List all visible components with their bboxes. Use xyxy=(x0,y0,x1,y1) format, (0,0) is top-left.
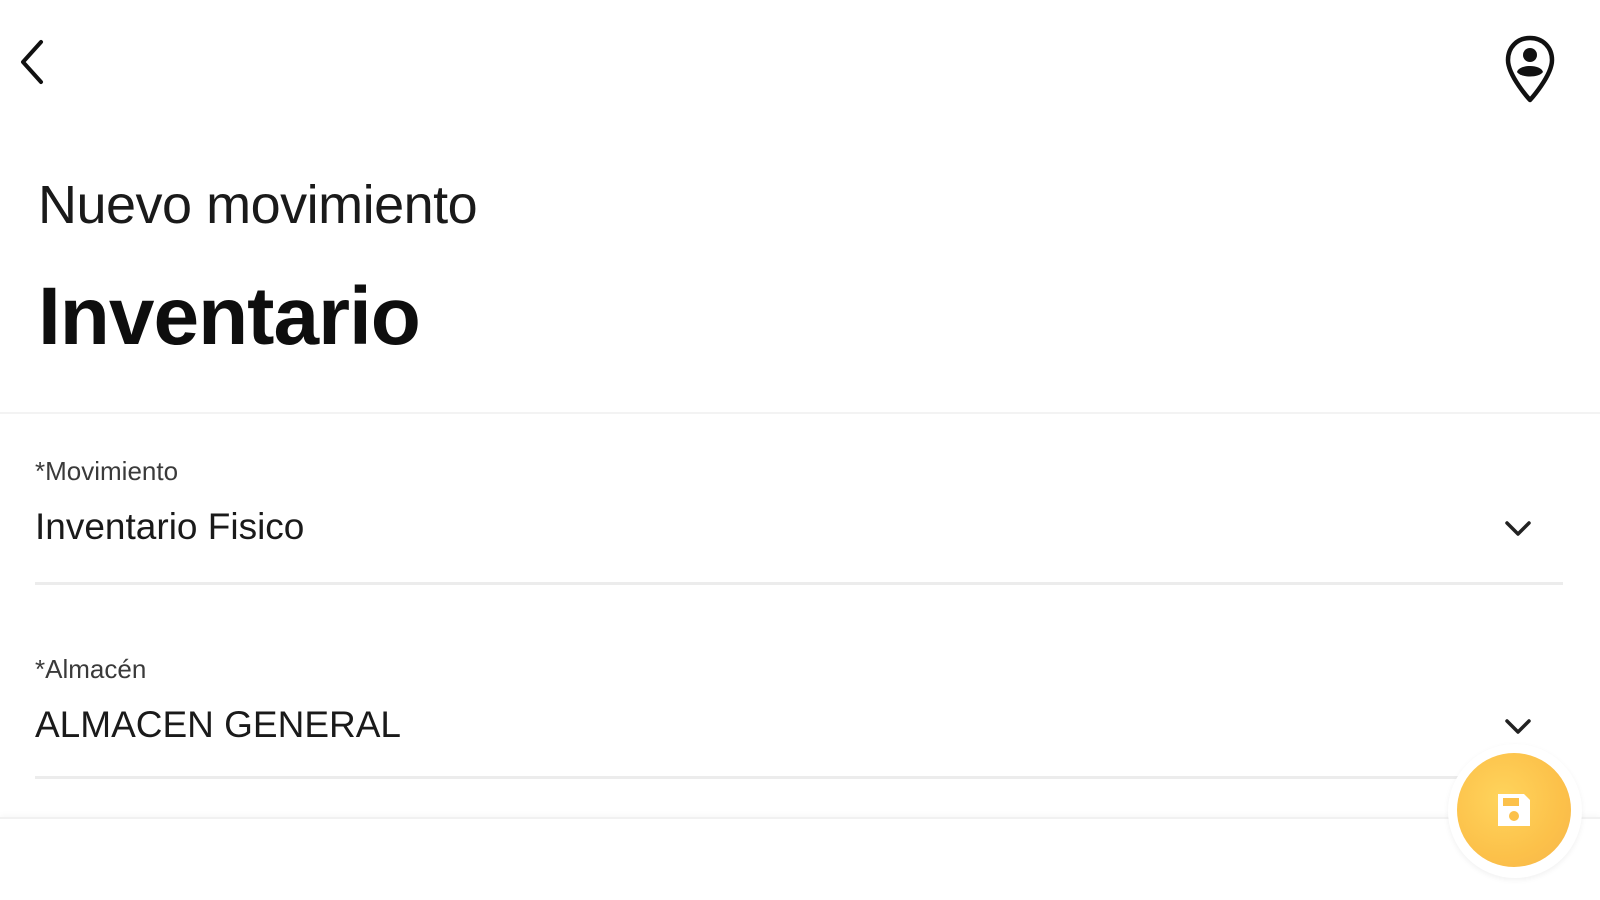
chevron-down-icon xyxy=(1503,712,1533,742)
field-underline xyxy=(35,582,1563,585)
save-floppy-icon xyxy=(1498,794,1530,826)
movimiento-select[interactable]: *Movimiento Inventario Fisico xyxy=(35,456,1563,586)
almacen-value: ALMACEN GENERAL xyxy=(35,704,401,745)
top-bar xyxy=(0,0,1600,130)
field-underline xyxy=(35,776,1563,779)
chevron-down-icon xyxy=(1503,514,1533,544)
person-location-pin-icon xyxy=(1505,35,1555,103)
back-button[interactable] xyxy=(10,32,54,92)
movimiento-label: *Movimiento xyxy=(35,456,179,486)
chevron-left-icon xyxy=(21,40,43,84)
almacen-select[interactable]: *Almacén ALMACEN GENERAL xyxy=(35,654,1563,784)
movimiento-value: Inventario Fisico xyxy=(35,506,305,547)
save-fab-button[interactable] xyxy=(1457,753,1571,867)
almacen-label: *Almacén xyxy=(35,654,147,684)
page-subtitle: Nuevo movimiento xyxy=(38,175,478,235)
screen: Nuevo movimiento Inventario *Movimiento … xyxy=(0,0,1600,900)
location-button[interactable] xyxy=(1500,30,1560,110)
form: *Movimiento Inventario Fisico *Almacén A… xyxy=(0,412,1600,819)
page-title: Inventario xyxy=(38,271,421,362)
page-header: Nuevo movimiento Inventario xyxy=(0,130,1600,410)
bottom-app-bar xyxy=(0,817,1600,900)
